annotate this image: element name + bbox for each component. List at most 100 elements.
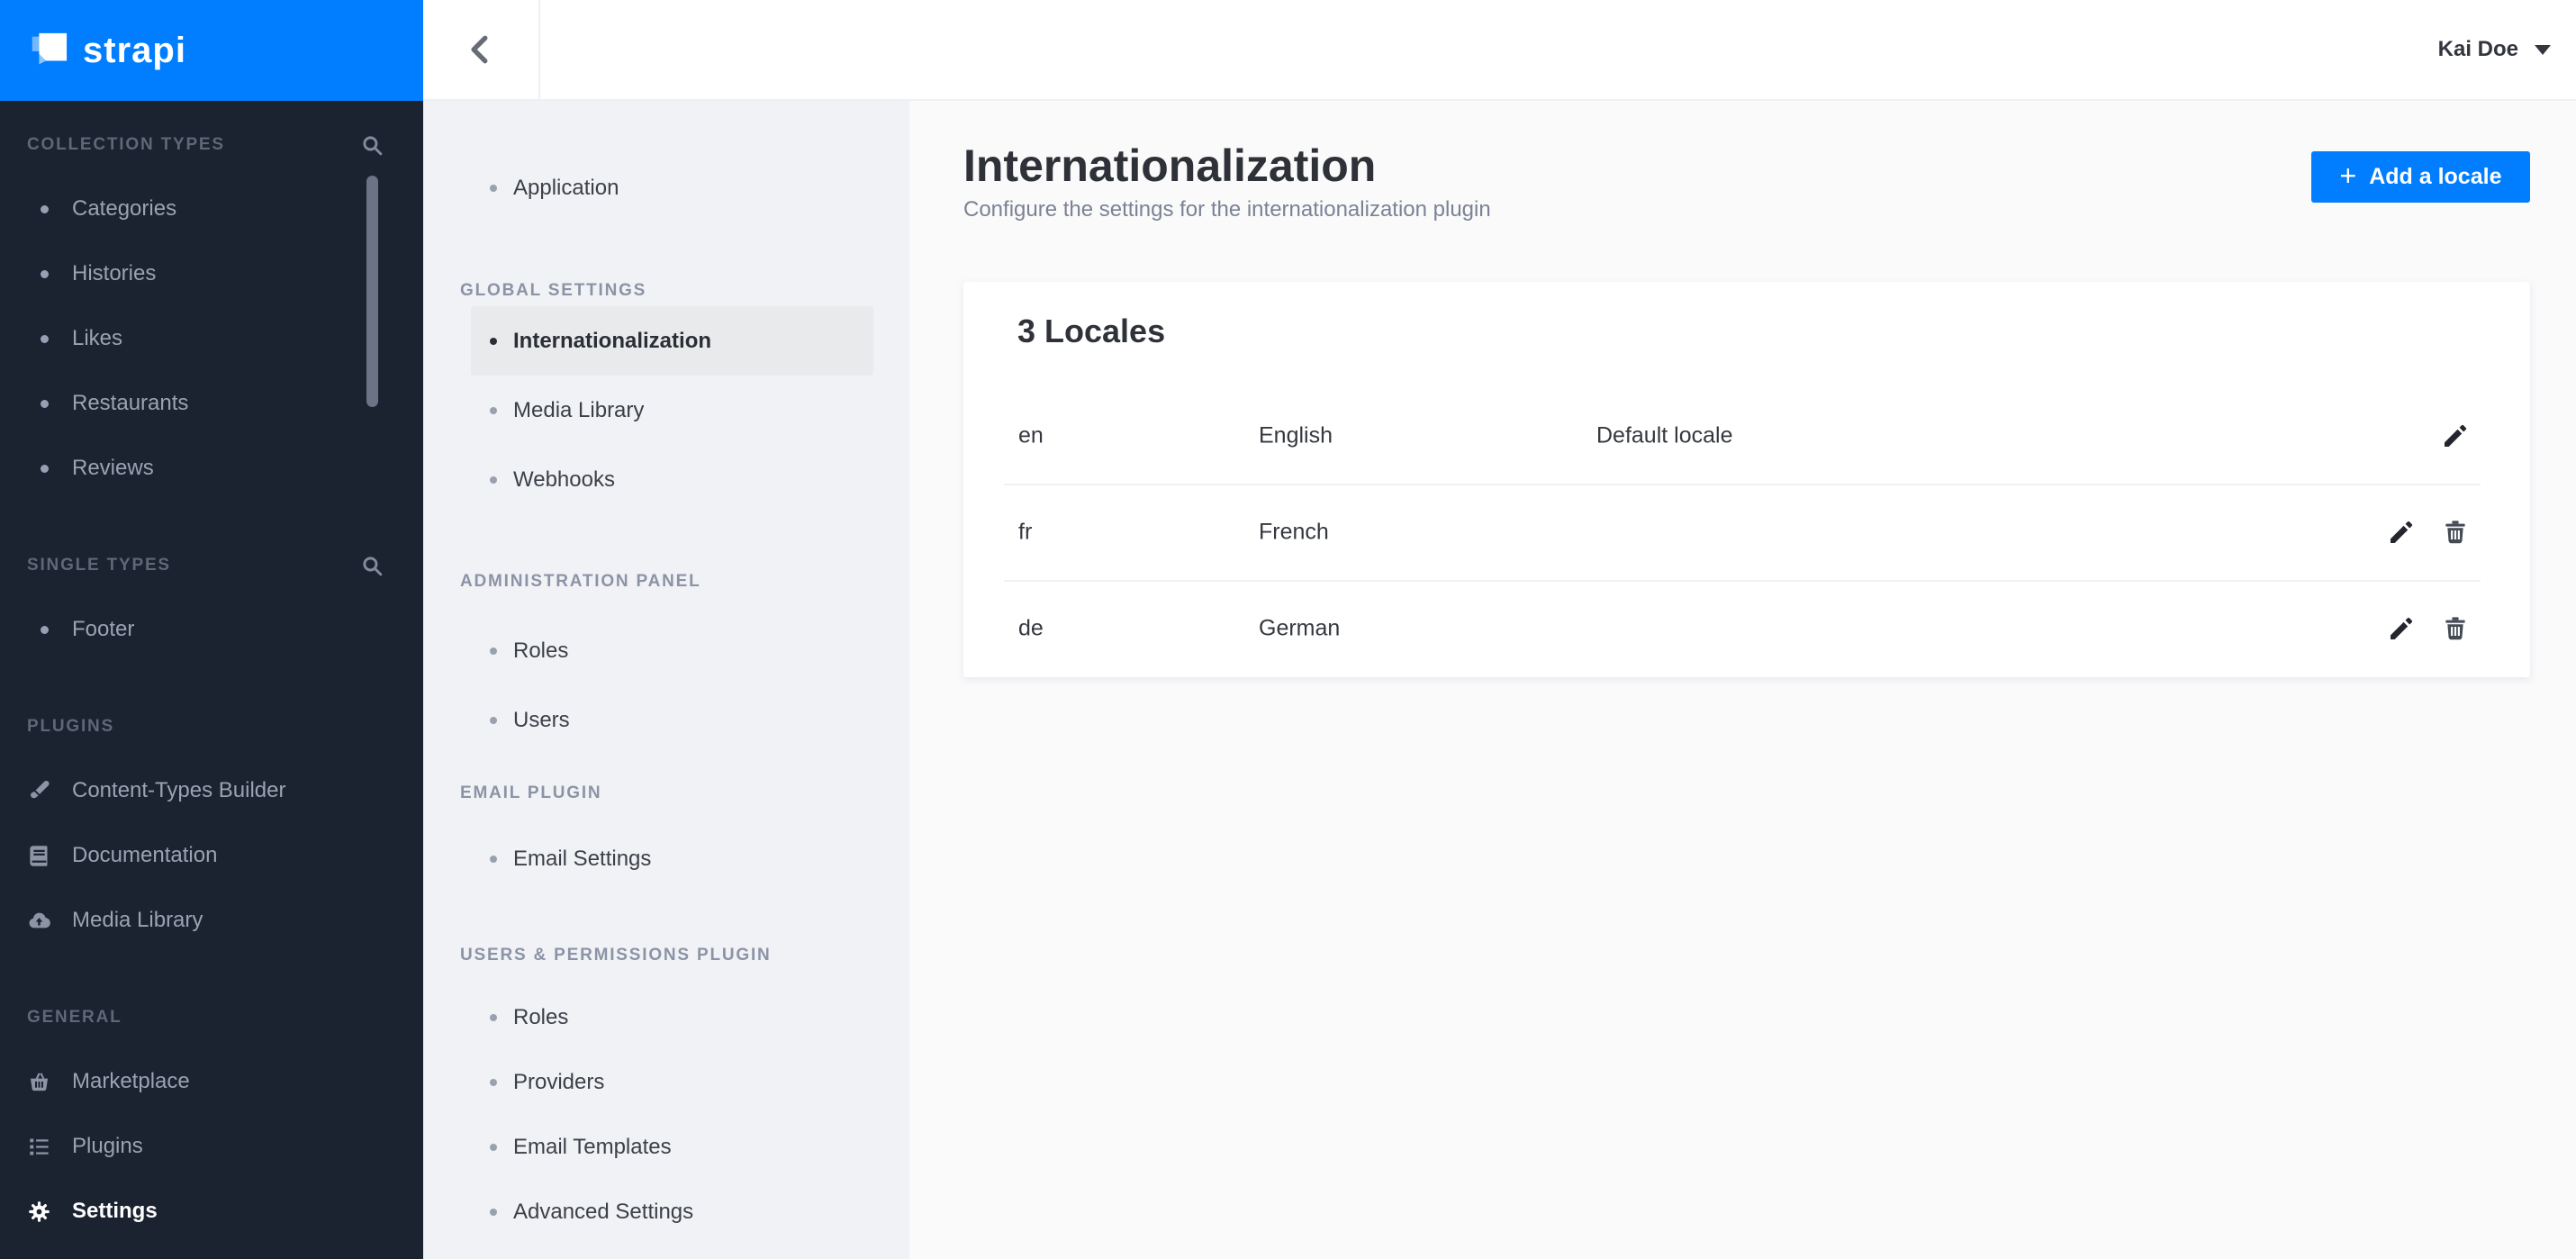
- settings-item-internationalization[interactable]: Internationalization: [471, 306, 873, 376]
- sidebar-item-marketplace[interactable]: Marketplace: [0, 1049, 423, 1114]
- sidebar-item-documentation[interactable]: Documentation: [0, 823, 423, 888]
- bullet-icon: [490, 1079, 497, 1086]
- main-content: Internationalization Configure the setti…: [909, 101, 2576, 1259]
- search-icon[interactable]: [361, 555, 384, 577]
- bullet-icon: [490, 716, 497, 724]
- bullet-icon: [41, 464, 49, 473]
- topbar: Kai Doe: [423, 0, 2576, 101]
- sidebar-scrollbar-thumb[interactable]: [366, 176, 378, 407]
- sidebar-item-content-types-builder[interactable]: Content-Types Builder: [0, 758, 423, 823]
- bullet-icon: [41, 625, 49, 634]
- strapi-logo[interactable]: strapi: [0, 0, 423, 101]
- trash-icon: [2445, 617, 2465, 640]
- pencil-icon: [2445, 424, 2467, 447]
- settings-item-application[interactable]: Application: [471, 156, 873, 221]
- locale-row-de[interactable]: de German: [963, 580, 2530, 677]
- strapi-logo-icon: [32, 32, 68, 65]
- main-sidebar: strapi COLLECTION TYPES Categories Histo…: [0, 0, 423, 1259]
- edit-locale-button[interactable]: [2386, 613, 2417, 644]
- section-collection-types: COLLECTION TYPES Categories Histories Li…: [0, 131, 423, 501]
- settings-section-email-plugin: EMAIL PLUGIN: [460, 783, 602, 802]
- locales-table: en English Default locale fr French de G…: [963, 387, 2530, 677]
- section-label: SINGLE TYPES: [27, 556, 171, 575]
- section-general: GENERAL Marketplace Plugins Settings: [0, 1004, 423, 1244]
- settings-section-admin-panel: ADMINISTRATION PANEL: [460, 572, 701, 591]
- sidebar-item-histories[interactable]: Histories: [0, 241, 423, 306]
- list-icon: [30, 1138, 49, 1155]
- row-divider: [1004, 580, 2481, 582]
- settings-item-users[interactable]: Users: [471, 685, 873, 755]
- row-divider: [1004, 484, 2481, 485]
- trash-icon: [2445, 520, 2465, 543]
- sidebar-item-media-library[interactable]: Media Library: [0, 888, 423, 953]
- settings-item-webhooks[interactable]: Webhooks: [471, 445, 873, 514]
- bullet-icon: [490, 185, 497, 192]
- paintbrush-icon: [31, 780, 50, 798]
- section-label: PLUGINS: [27, 717, 115, 736]
- settings-item-email-settings[interactable]: Email Settings: [471, 827, 873, 892]
- chevron-down-icon: [2535, 44, 2551, 55]
- plus-icon: +: [2339, 159, 2357, 192]
- settings-sidebar: Application GLOBAL SETTINGS Internationa…: [423, 101, 909, 1259]
- sidebar-item-likes[interactable]: Likes: [0, 306, 423, 371]
- bullet-icon: [490, 1144, 497, 1151]
- bullet-icon: [490, 337, 497, 345]
- back-button[interactable]: [423, 0, 540, 99]
- settings-item-roles[interactable]: Roles: [471, 616, 873, 685]
- locale-code: fr: [1018, 519, 1033, 544]
- settings-item-up-roles[interactable]: Roles: [471, 985, 873, 1050]
- sidebar-item-settings[interactable]: Settings: [0, 1179, 423, 1244]
- locale-name: French: [1259, 519, 1329, 544]
- settings-list-global: Internationalization Media Library Webho…: [471, 306, 873, 514]
- sidebar-item-footer[interactable]: Footer: [0, 597, 423, 662]
- bullet-icon: [490, 1209, 497, 1216]
- locale-name: English: [1259, 422, 1333, 448]
- locale-row-fr[interactable]: fr French: [963, 484, 2530, 580]
- delete-locale-button[interactable]: [2440, 613, 2471, 644]
- search-icon[interactable]: [361, 134, 384, 157]
- settings-list-admin-panel: Roles Users: [471, 616, 873, 755]
- settings-item-email-templates[interactable]: Email Templates: [471, 1115, 873, 1180]
- edit-locale-button[interactable]: [2440, 421, 2471, 451]
- locales-count-title: 3 Locales: [1017, 312, 1166, 349]
- settings-item-media-library[interactable]: Media Library: [471, 376, 873, 445]
- pencil-icon: [2391, 521, 2413, 543]
- bullet-icon: [490, 476, 497, 484]
- page-title: Internationalization: [963, 140, 1377, 191]
- chevron-left-icon: [471, 35, 488, 64]
- settings-list-email-plugin: Email Settings: [471, 827, 873, 892]
- settings-section-global: GLOBAL SETTINGS: [460, 281, 647, 300]
- bullet-icon: [490, 647, 497, 655]
- locale-code: de: [1018, 615, 1044, 641]
- bullet-icon: [490, 406, 497, 414]
- section-label: GENERAL: [27, 1008, 122, 1027]
- edit-locale-button[interactable]: [2386, 517, 2417, 548]
- delete-locale-button[interactable]: [2440, 517, 2471, 548]
- settings-item-advanced-settings[interactable]: Advanced Settings: [471, 1180, 873, 1245]
- page-subtitle: Configure the settings for the internati…: [963, 197, 1491, 222]
- bullet-icon: [490, 856, 497, 863]
- basket-icon: [30, 1072, 49, 1091]
- locale-default-badge: Default locale: [1596, 422, 1733, 448]
- bullet-icon: [41, 269, 49, 278]
- sidebar-item-categories[interactable]: Categories: [0, 177, 423, 241]
- user-menu[interactable]: Kai Doe: [2438, 0, 2551, 99]
- sidebar-item-reviews[interactable]: Reviews: [0, 436, 423, 501]
- app-root: strapi COLLECTION TYPES Categories Histo…: [0, 0, 2576, 1259]
- locale-code: en: [1018, 422, 1044, 448]
- user-name: Kai Doe: [2437, 37, 2518, 61]
- add-locale-button[interactable]: + Add a locale: [2311, 151, 2530, 203]
- section-label: COLLECTION TYPES: [27, 135, 225, 154]
- settings-item-providers[interactable]: Providers: [471, 1050, 873, 1115]
- sidebar-item-restaurants[interactable]: Restaurants: [0, 371, 423, 436]
- section-plugins: PLUGINS Content-Types Builder Documentat…: [0, 713, 423, 953]
- bullet-icon: [41, 399, 49, 408]
- settings-section-users-permissions: USERS & PERMISSIONS PLUGIN: [460, 946, 772, 965]
- bullet-icon: [41, 204, 49, 213]
- locale-name: German: [1259, 615, 1341, 641]
- sidebar-item-plugins[interactable]: Plugins: [0, 1114, 423, 1179]
- bullet-icon: [490, 1014, 497, 1021]
- gear-icon: [29, 1200, 50, 1222]
- main-nav: COLLECTION TYPES Categories Histories Li…: [0, 101, 423, 1244]
- locale-row-en[interactable]: en English Default locale: [963, 387, 2530, 484]
